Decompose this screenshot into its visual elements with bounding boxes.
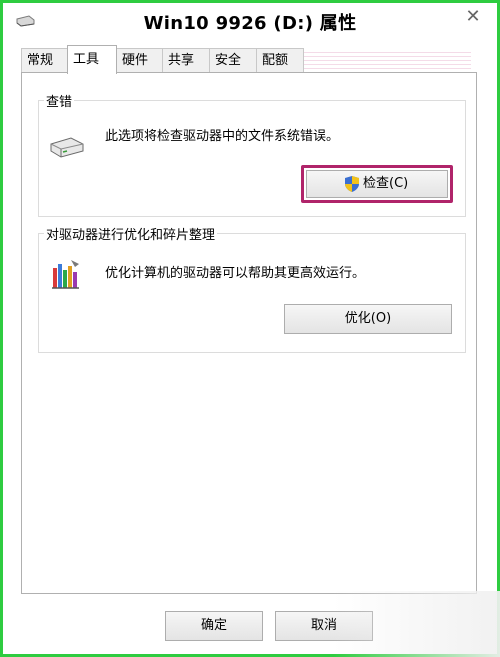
check-button-label: 检查(C) xyxy=(363,176,409,191)
tab-tools[interactable]: 工具 xyxy=(67,45,117,74)
optimize-button[interactable]: 优化(O) xyxy=(284,304,452,334)
tab-general[interactable]: 常规 xyxy=(21,48,68,73)
optimize-description: 优化计算机的驱动器可以帮助其更高效运行。 xyxy=(105,266,366,281)
ok-button[interactable]: 确定 xyxy=(165,611,263,641)
properties-window: Win10 9926 (D:) 属性 ✕ 常规 工具 硬件 共享 安全 配额 查… xyxy=(0,0,500,657)
tab-hardware[interactable]: 硬件 xyxy=(116,48,163,73)
window-title: Win10 9926 (D:) 属性 xyxy=(143,13,357,34)
close-button[interactable]: ✕ xyxy=(459,5,487,29)
drive-icon xyxy=(50,137,84,158)
tab-quota[interactable]: 配额 xyxy=(256,48,304,73)
uac-shield-icon xyxy=(345,176,359,192)
tab-bar: 常规 工具 硬件 共享 安全 配额 xyxy=(21,45,477,74)
title-bar[interactable]: Win10 9926 (D:) 属性 ✕ xyxy=(3,3,497,39)
watermark-overlay xyxy=(333,591,500,657)
check-button[interactable]: 检查(C) xyxy=(306,170,448,198)
optimize-group: 对驱动器进行优化和碎片整理 优化计算机的驱动器可以帮助其更高效运行。 优化(O) xyxy=(38,224,466,353)
tab-security[interactable]: 安全 xyxy=(209,48,257,73)
error-check-group-title: 查错 xyxy=(44,91,75,110)
error-check-group: 查错 此选项将检查驱动器中的文件系统错误。 检查(C) xyxy=(38,91,466,217)
defrag-icon xyxy=(52,260,79,289)
tab-sharing[interactable]: 共享 xyxy=(162,48,210,73)
tools-panel: 查错 此选项将检查驱动器中的文件系统错误。 检查(C) 对驱动器进行优化和碎片整… xyxy=(21,72,477,594)
error-check-description: 此选项将检查驱动器中的文件系统错误。 xyxy=(105,129,340,144)
optimize-group-title: 对驱动器进行优化和碎片整理 xyxy=(44,224,218,243)
